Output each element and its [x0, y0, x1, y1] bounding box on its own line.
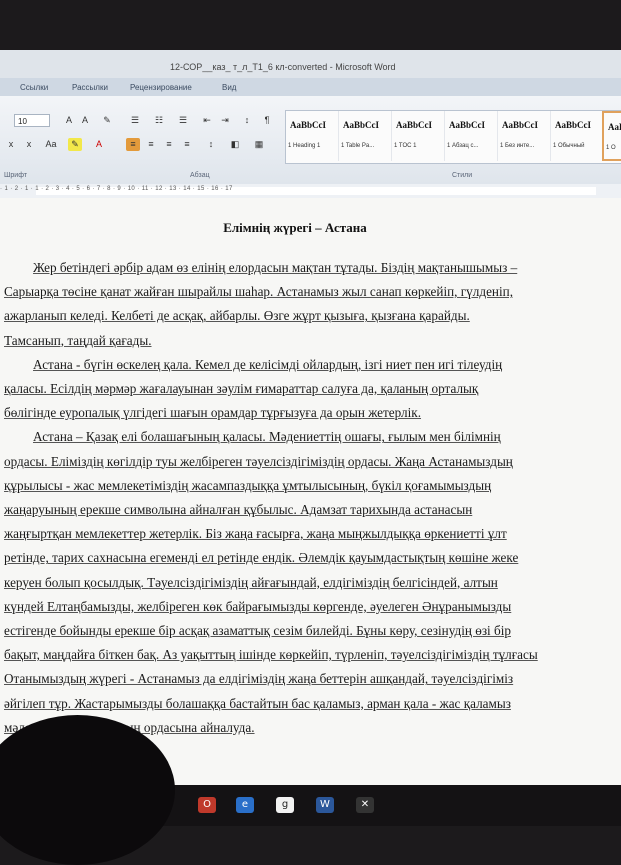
- tab-mailings[interactable]: Рассылки: [72, 83, 108, 92]
- bullets-icon[interactable]: ☰: [128, 114, 142, 127]
- document-page[interactable]: Елімнің жүрегі – Астана Жер бетіндегі әр…: [0, 198, 621, 785]
- ruler-ticks: · 1 · 2 · 1 · 1 · 2 · 3 · 4 · 5 · 6 · 7 …: [0, 186, 233, 192]
- style-list-paragraph[interactable]: AaBbCcI 1 Абзац с...: [445, 111, 498, 161]
- app-icon[interactable]: g: [276, 797, 294, 813]
- style-name: 1 О: [606, 145, 616, 151]
- document-line: ордасы. Еліміздің көгілдір туы желбіреге…: [4, 453, 513, 469]
- style-preview: AaBbCcI: [502, 120, 539, 130]
- document-line: құрылысы - жас мемлекетіміздің жасампазд…: [4, 477, 492, 493]
- paragraph-group-label: Абзац: [190, 172, 210, 179]
- opera-icon[interactable]: O: [198, 797, 216, 813]
- document-line: бақыт, маңдайға біткен бақ. Аз уақыттың …: [4, 647, 538, 663]
- document-line: бөлігінде еуропалық үлгідегі шағын орамд…: [4, 405, 422, 421]
- numbering-icon[interactable]: ☷: [152, 114, 166, 127]
- horizontal-ruler[interactable]: · 1 · 2 · 1 · 1 · 2 · 3 · 4 · 5 · 6 · 7 …: [0, 184, 621, 199]
- document-line: Астана – Қазақ елі болашағының қаласы. М…: [33, 429, 501, 445]
- document-line: жаңғыртқан мемлекеттер жетерлік. Біз жаң…: [4, 526, 507, 542]
- style-selected[interactable]: AaB 1 О: [602, 111, 621, 161]
- change-case-icon[interactable]: Aa: [44, 138, 58, 151]
- styles-gallery: AaBbCcI 1 Heading 1 AaBbCcI 1 Table Pa... …: [285, 110, 621, 164]
- superscript-icon[interactable]: x: [22, 138, 36, 151]
- shrink-font-icon[interactable]: A: [78, 114, 92, 127]
- highlight-icon[interactable]: ✎: [68, 138, 82, 151]
- style-preview: AaBbCcI: [396, 120, 433, 130]
- sort-icon[interactable]: ↕: [240, 114, 254, 127]
- subscript-icon[interactable]: x: [4, 138, 18, 151]
- style-preview: AaBbCcI: [290, 120, 327, 130]
- style-preview: AaB: [608, 122, 621, 132]
- borders-icon[interactable]: ▦: [252, 138, 266, 151]
- style-name: 1 TOC 1: [394, 143, 417, 149]
- align-left-icon[interactable]: ≡: [126, 138, 140, 151]
- increase-indent-icon[interactable]: ⇥: [218, 114, 232, 127]
- style-name: 1 Обычный: [553, 143, 585, 149]
- style-preview: AaBbCcI: [555, 120, 592, 130]
- style-preview: AaBbCcI: [449, 120, 486, 130]
- tab-review[interactable]: Рецензирование: [130, 83, 192, 92]
- document-line: жаңаруының ерекше символына айналған құб…: [4, 502, 473, 517]
- style-no-spacing[interactable]: AaBbCcI 1 Без инте...: [498, 111, 551, 161]
- clear-format-icon[interactable]: ✎: [100, 114, 114, 127]
- style-table-paragraph[interactable]: AaBbCcI 1 Table Pa...: [339, 111, 392, 161]
- close-icon[interactable]: ✕: [356, 797, 374, 813]
- shading-icon[interactable]: ◧: [228, 138, 242, 151]
- word-window: 12-СОР__каз_ т_л_Т1_6 кл-converted - Mic…: [0, 50, 621, 785]
- word-icon[interactable]: W: [316, 797, 334, 813]
- style-heading-1[interactable]: AaBbCcI 1 Heading 1: [286, 111, 339, 161]
- grow-font-icon[interactable]: A: [62, 114, 76, 127]
- align-center-icon[interactable]: ≡: [144, 138, 158, 151]
- font-group-label: Шрифт: [4, 172, 28, 179]
- style-name: 1 Без инте...: [500, 143, 535, 149]
- document-line: керуен болып қосылдық. Тәуелсіздігімізді…: [4, 574, 498, 590]
- document-line: ажарланып келеді. Келбеті де асқақ, айба…: [4, 308, 470, 324]
- pilcrow-icon[interactable]: ¶: [260, 114, 274, 127]
- document-line: Отанымыздың жүрегі - Астанамыз да елдігі…: [4, 671, 514, 687]
- browser-icon[interactable]: e: [236, 797, 254, 813]
- document-line: күндей Елтаңбамызды, желбіреген көк байр…: [4, 598, 512, 614]
- font-color-icon[interactable]: A: [92, 138, 106, 151]
- document-line: қаласы. Есілдің мәрмәр жағалауынан зәулі…: [4, 381, 479, 396]
- document-line: естігенде бойынды ерекше бір асқақ азама…: [4, 623, 511, 638]
- document-line: Астана - бүгін өскелең қала. Кемел де ке…: [33, 356, 503, 372]
- document-line: Тамсанып, таңдай қағады.: [4, 332, 152, 348]
- document-line: Жер бетіндегі әрбір адам өз елінің елорд…: [33, 260, 518, 275]
- ribbon: 10 A A ✎ ☰ ☷ ☰ ⇤ ⇥ ↕ ¶ x x Aa ✎ A ≡ ≡ ≡ …: [0, 96, 621, 185]
- styles-group-label: Стили: [452, 172, 473, 179]
- document-line: Сарыарқа төсіне қанат жайған шырайлы шаһ…: [4, 284, 513, 300]
- style-name: 1 Heading 1: [288, 143, 321, 149]
- decrease-indent-icon[interactable]: ⇤: [200, 114, 214, 127]
- tab-references[interactable]: Ссылки: [20, 83, 48, 92]
- align-right-icon[interactable]: ≡: [162, 138, 176, 151]
- style-toc-1[interactable]: AaBbCcI 1 TOC 1: [392, 111, 445, 161]
- window-title: 12-СОР__каз_ т_л_Т1_6 кл-converted - Mic…: [170, 62, 396, 72]
- tab-view[interactable]: Вид: [222, 83, 236, 92]
- style-name: 1 Абзац с...: [447, 143, 479, 149]
- style-name: 1 Table Pa...: [341, 143, 375, 149]
- document-line: әйгілеп тұр. Жастарымызды болашаққа баст…: [4, 695, 511, 711]
- multilevel-icon[interactable]: ☰: [176, 114, 190, 127]
- style-normal[interactable]: AaBbCcI 1 Обычный: [551, 111, 604, 161]
- document-title: Елімнің жүрегі – Астана: [223, 220, 367, 235]
- ribbon-tabs: Ссылки Рассылки Рецензирование Вид: [0, 78, 621, 96]
- title-bar: 12-СОР__каз_ т_л_Т1_6 кл-converted - Mic…: [0, 50, 621, 78]
- justify-icon[interactable]: ≡: [180, 138, 194, 151]
- font-size-select[interactable]: 10: [14, 114, 50, 127]
- document-line: ретінде, тарих сахнасына егеменді ел рет…: [4, 550, 519, 566]
- style-preview: AaBbCcI: [343, 120, 380, 130]
- line-spacing-icon[interactable]: ↕: [204, 138, 218, 151]
